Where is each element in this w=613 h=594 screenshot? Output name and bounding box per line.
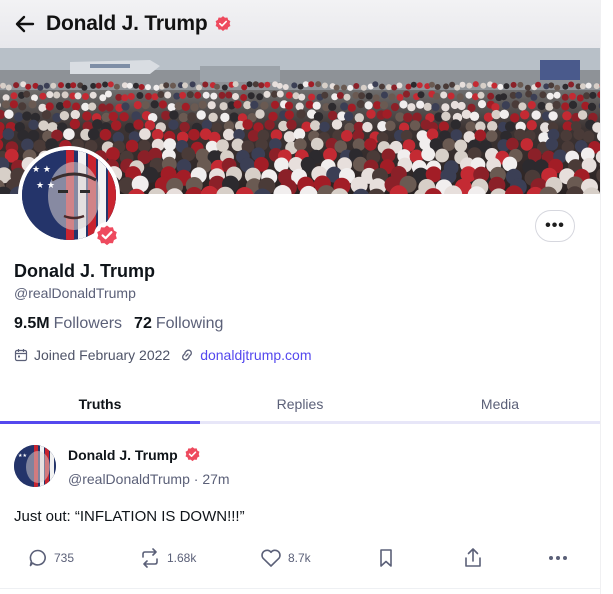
arrow-left-icon [15, 15, 35, 33]
profile-tabs: Truths Replies Media [0, 386, 600, 424]
post-author-handle: @realDonaldTrump [68, 471, 190, 487]
reply-button[interactable]: 735 [28, 545, 74, 571]
like-count: 8.7k [288, 551, 311, 565]
joined-date: Joined February 2022 [34, 347, 171, 363]
following-link[interactable]: 72 Following [134, 315, 223, 333]
page-edge [600, 0, 613, 594]
profile-name: Donald J. Trump [14, 261, 156, 281]
retruth-icon [142, 548, 158, 568]
back-button[interactable] [14, 13, 36, 35]
like-button[interactable]: 8.7k [260, 545, 311, 571]
post-author-name-row: Donald J. Trump [68, 446, 201, 463]
link-icon [180, 348, 194, 362]
tab-replies[interactable]: Replies [200, 386, 400, 421]
followers-link[interactable]: 9.5M Followers [14, 315, 122, 333]
bookmark-icon [380, 549, 392, 567]
followers-label: Followers [53, 315, 123, 332]
followers-count: 9.5M [14, 315, 50, 332]
share-icon [465, 548, 481, 567]
header-title: Donald J. Trump [46, 12, 208, 35]
more-options-button[interactable]: ••• [535, 210, 575, 242]
profile-handle: @realDonaldTrump [14, 285, 136, 301]
post-meta-separator: · [193, 471, 199, 487]
svg-text:★★: ★★ [18, 453, 27, 459]
tab-truths[interactable]: Truths [0, 386, 200, 424]
website-link[interactable]: donaldjtrump.com [200, 347, 311, 363]
bookmark-button[interactable] [378, 545, 394, 571]
post-author-avatar[interactable]: ★★ [14, 445, 56, 487]
profile-meta: Joined February 2022 donaldjtrump.com [14, 347, 311, 363]
verified-badge-icon [214, 15, 232, 33]
tab-media[interactable]: Media [400, 386, 600, 421]
post-timestamp[interactable]: 27m [202, 471, 229, 487]
share-button[interactable] [463, 545, 483, 571]
post-author-name[interactable]: Donald J. Trump [68, 447, 178, 463]
profile-avatar-container: ★ ★ ★ ★ [18, 146, 124, 248]
more-dots-icon [549, 556, 567, 560]
retruth-button[interactable]: 1.68k [139, 545, 196, 571]
post-text: Just out: “INFLATION IS DOWN!!!” [14, 508, 245, 525]
following-count: 72 [134, 315, 152, 332]
reply-icon [29, 549, 46, 567]
retruth-count: 1.68k [167, 551, 197, 565]
post-divider [0, 588, 600, 589]
heart-icon [261, 549, 281, 567]
post-actions: 735 1.68k 8.7k [0, 545, 600, 571]
post-more-button[interactable] [548, 545, 568, 571]
svg-text:★ ★: ★ ★ [36, 181, 55, 191]
reply-count: 735 [54, 551, 75, 565]
avatar-verified-badge-icon [93, 221, 121, 249]
post-verified-badge-icon [184, 446, 201, 463]
following-label: Following [155, 315, 224, 332]
profile-header: Donald J. Trump [0, 0, 613, 48]
calendar-icon [14, 348, 28, 362]
profile-stats: 9.5M Followers 72 Following [14, 315, 223, 333]
svg-text:★ ★: ★ ★ [32, 165, 51, 175]
post-meta: @realDonaldTrump · 27m [68, 471, 230, 487]
